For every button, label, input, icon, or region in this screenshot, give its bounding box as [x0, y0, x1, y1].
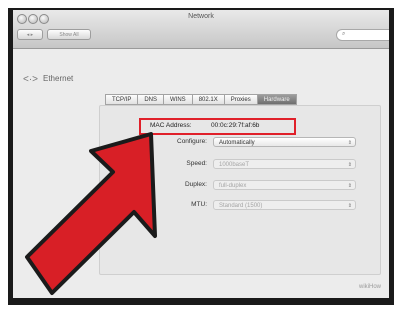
red-arrow-icon — [25, 132, 157, 295]
network-preferences-window: Network ◂ ▸ Show All ⌕ <·> Ethernet TCP/… — [13, 10, 389, 298]
watermark: wikiHow — [358, 284, 381, 290]
annotation-arrow-layer — [25, 132, 157, 295]
